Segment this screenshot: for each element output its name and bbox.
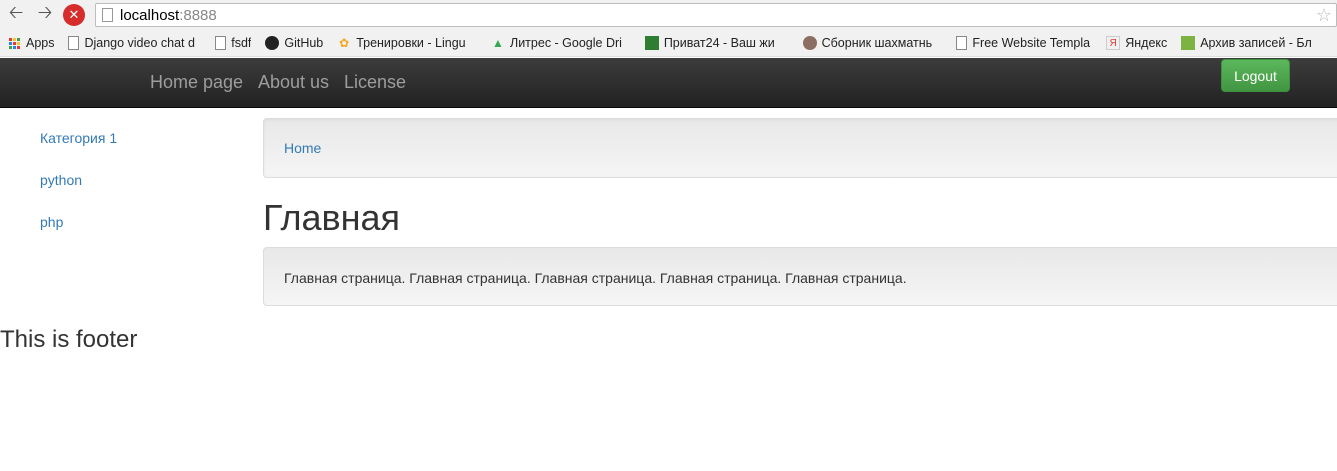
url-host: localhost [120,6,180,24]
page-icon [956,36,968,50]
archive-icon [1181,36,1196,50]
bookmark-item[interactable]: Архив записей - Бл [1181,36,1331,50]
bookmark-item[interactable]: ✿ Тренировки - Lingu [337,36,477,50]
footer-text: This is footer [0,326,138,353]
nav-link-license[interactable]: License [344,72,406,93]
bookmark-star-icon[interactable]: ☆ [1316,5,1332,26]
bookmarks-bar: Apps Django video chat d fsdf GitHub ✿ Т… [0,30,1337,57]
bookmark-item[interactable]: ▲ Литрес - Google Dri [491,36,631,50]
google-drive-icon: ▲ [492,36,504,50]
site-navbar: Home page About us License Logout [0,58,1337,108]
breadcrumb: Home [263,118,1337,178]
page-icon [68,36,80,50]
page-title: Главная [263,197,401,238]
browser-toolbar: 🡠 🡢 ✕ localhost:8888 ☆ [0,0,1337,30]
sidebar-item-category-1[interactable]: Категория 1 [40,130,117,146]
github-icon [265,36,280,50]
stop-loading-icon[interactable]: ✕ [63,4,85,26]
forward-arrow-icon[interactable]: 🡢 [34,2,56,26]
apps-grid-icon [7,36,21,50]
breadcrumb-home-link[interactable]: Home [284,140,321,156]
lingualeo-icon: ✿ [339,36,350,50]
bookmark-item[interactable]: Сборник шахматнь [802,36,943,50]
bookmark-item[interactable]: Free Website Templa [956,36,1092,50]
logout-button[interactable]: Logout [1221,59,1290,92]
sidebar-item-python[interactable]: python [40,172,82,188]
page-icon [102,8,113,22]
bookmark-item[interactable]: GitHub [265,36,323,50]
bookmark-item[interactable]: Django video chat d [68,36,201,50]
page-icon [215,36,227,50]
content-text: Главная страница. Главная страница. Глав… [284,270,907,286]
privat24-icon [644,36,659,50]
nav-link-about[interactable]: About us [258,72,329,93]
bookmark-item[interactable]: Приват24 - Ваш жи [644,36,789,50]
address-bar[interactable]: localhost:8888 ☆ [95,3,1337,27]
sidebar-item-php[interactable]: php [40,214,63,230]
yandex-icon: Я [1106,36,1121,50]
nav-link-home[interactable]: Home page [150,72,243,93]
url-port: :8888 [179,6,217,24]
bookmark-item[interactable]: Я Яндекс [1106,36,1167,50]
bookmark-item[interactable]: fsdf [215,36,251,50]
chess-icon [802,36,817,50]
content-well: Главная страница. Главная страница. Глав… [263,247,1337,306]
bookmark-item[interactable]: Apps [7,36,54,50]
back-arrow-icon[interactable]: 🡠 [5,2,27,26]
